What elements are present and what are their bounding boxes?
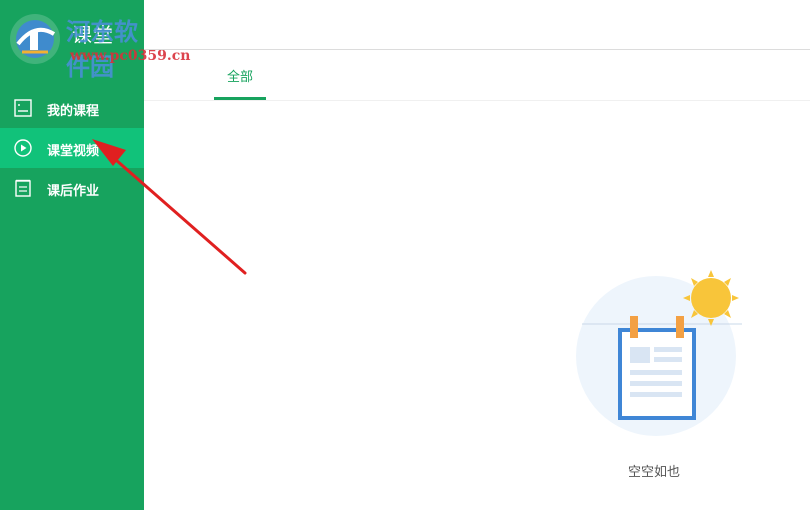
sidebar-item-label: 课后作业 [47, 184, 100, 199]
tab-label: 全部 [226, 70, 253, 85]
course-list-icon [14, 99, 32, 117]
app-window: 课堂 河东软件园 www.pc0359.cn 我的课程 课堂视频 课后作业 全部… [0, 0, 810, 510]
empty-state-message: 空空如也 [627, 465, 680, 480]
sun-icon [683, 270, 739, 326]
tabs-divider [144, 100, 810, 101]
sidebar-item-homework[interactable]: 课后作业 [0, 168, 144, 208]
app-logo-icon [10, 14, 60, 64]
watermark-site-name: 河东软件园 [66, 17, 138, 81]
sidebar-item-label: 我的课程 [47, 104, 100, 119]
sidebar-item-label: 课堂视频 [47, 144, 100, 159]
homework-icon [15, 179, 31, 197]
sidebar-item-class-videos[interactable]: 课堂视频 [0, 128, 144, 168]
tab-all[interactable]: 全部 [214, 50, 266, 100]
sidebar: 课堂 河东软件园 www.pc0359.cn 我的课程 课堂视频 课后作业 [0, 0, 190, 510]
sidebar-nav: 我的课程 课堂视频 课后作业 [0, 88, 144, 208]
play-circle-icon [14, 139, 32, 157]
main-content: 全部 空空如也 [144, 0, 810, 510]
empty-state-illustration [576, 270, 742, 436]
sidebar-item-my-courses[interactable]: 我的课程 [0, 88, 144, 128]
notepad-icon [618, 316, 696, 420]
brand-header: 课堂 河东软件园 www.pc0359.cn [0, 0, 190, 81]
